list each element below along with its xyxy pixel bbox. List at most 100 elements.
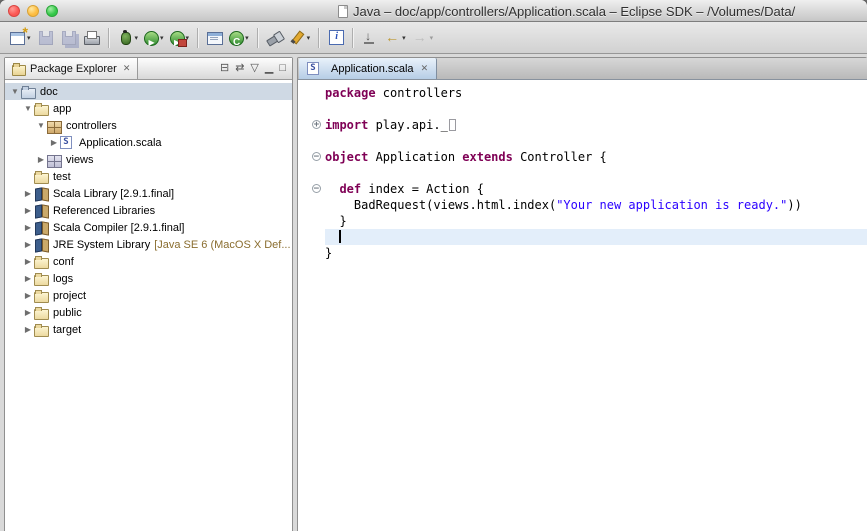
close-window-button[interactable] bbox=[8, 5, 20, 17]
tree-item-scala-library-2-9-1-final[interactable]: ▶Scala Library [2.9.1.final] bbox=[5, 185, 292, 202]
disclosure-collapsed-icon[interactable]: ▶ bbox=[22, 257, 34, 266]
title-wrap: Java – doc/app/controllers/Application.s… bbox=[338, 0, 867, 22]
tree-item-doc[interactable]: ▼doc bbox=[5, 83, 292, 100]
folder-icon bbox=[34, 323, 50, 337]
tree-item-controllers[interactable]: ▼ controllers bbox=[5, 117, 292, 134]
document-icon bbox=[338, 5, 348, 18]
run-button[interactable]: ▾ bbox=[141, 26, 167, 50]
zoom-window-button[interactable] bbox=[46, 5, 58, 17]
tree-item-decoration: [Java SE 6 (MacOS X Def... bbox=[154, 239, 290, 251]
tree-item-label: JRE System Library bbox=[53, 239, 150, 251]
close-view-icon[interactable]: ✕ bbox=[123, 63, 131, 74]
disclosure-collapsed-icon[interactable]: ▶ bbox=[22, 308, 34, 317]
fold-ruler-cell bbox=[298, 85, 325, 101]
folder-icon bbox=[34, 102, 50, 116]
scala-file-icon: S bbox=[60, 136, 72, 149]
package-explorer-title: Package Explorer bbox=[30, 63, 117, 75]
tree-item-referenced-libraries[interactable]: ▶Referenced Libraries bbox=[5, 202, 292, 219]
eclipse-window: Java – doc/app/controllers/Application.s… bbox=[0, 0, 867, 531]
tree-item-application-scala[interactable]: ▶S Application.scala bbox=[5, 134, 292, 151]
code-line[interactable] bbox=[325, 133, 867, 149]
mark-occurrences-icon bbox=[289, 29, 306, 46]
code-line[interactable]: } bbox=[325, 245, 867, 261]
code-line[interactable]: package controllers bbox=[325, 85, 867, 101]
disclosure-expanded-icon[interactable]: ▼ bbox=[22, 104, 34, 113]
dropdown-arrow-icon[interactable]: ▾ bbox=[160, 34, 164, 42]
new-java-project-button[interactable] bbox=[203, 26, 226, 50]
dropdown-arrow-icon[interactable]: ▾ bbox=[402, 34, 406, 42]
tree-item-jre-system-library[interactable]: ▶ JRE System Library [Java SE 6 (MacOS X D… bbox=[5, 236, 292, 253]
dropdown-arrow-icon[interactable]: ▾ bbox=[307, 34, 311, 42]
code-line[interactable]: import play.api._ bbox=[325, 117, 867, 133]
debug-button[interactable]: ▾ bbox=[114, 26, 142, 50]
disclosure-collapsed-icon[interactable]: ▶ bbox=[22, 325, 34, 334]
code-line[interactable]: } bbox=[325, 213, 867, 229]
editor-tab-application-scala[interactable]: S Application.scala ✕ bbox=[299, 58, 437, 79]
disclosure-expanded-icon[interactable]: ▼ bbox=[9, 87, 21, 96]
dropdown-arrow-icon[interactable]: ▾ bbox=[245, 34, 249, 42]
link-with-editor-icon[interactable]: ⇄ bbox=[235, 63, 244, 74]
titlebar[interactable]: Java – doc/app/controllers/Application.s… bbox=[0, 0, 867, 22]
disclosure-collapsed-icon[interactable]: ▶ bbox=[22, 189, 34, 198]
code-line[interactable] bbox=[325, 165, 867, 181]
view-menu-icon[interactable]: ▽ bbox=[250, 63, 258, 74]
javadoc-info-button[interactable] bbox=[324, 26, 347, 50]
project-icon bbox=[21, 85, 37, 99]
back-button[interactable]: ▾ bbox=[381, 26, 409, 50]
search-button[interactable] bbox=[263, 26, 286, 50]
disclosure-collapsed-icon[interactable]: ▶ bbox=[22, 223, 34, 232]
external-tools-button[interactable]: ▾ bbox=[167, 26, 193, 50]
disclosure-collapsed-icon[interactable]: ▶ bbox=[22, 274, 34, 283]
text-caret bbox=[339, 230, 341, 243]
tree-item-label: conf bbox=[53, 256, 74, 268]
package-explorer-toolbar: ⊟ ⇄ ▽ ▁ □ bbox=[220, 58, 292, 79]
fold-plus-icon[interactable]: + bbox=[312, 120, 321, 129]
package-explorer-tab[interactable]: Package Explorer ✕ bbox=[5, 58, 138, 79]
minimize-icon[interactable]: ▁ bbox=[265, 63, 273, 74]
dropdown-arrow-icon[interactable]: ▾ bbox=[430, 34, 434, 42]
code-line[interactable]: def index = Action { bbox=[325, 181, 867, 197]
tree-item-conf[interactable]: ▶ conf bbox=[5, 253, 292, 270]
tree-item-label: Application.scala bbox=[79, 137, 162, 149]
collapse-all-icon[interactable]: ⊟ bbox=[220, 63, 229, 74]
toolbar-separator bbox=[197, 28, 198, 48]
tree-item-views[interactable]: ▶views bbox=[5, 151, 292, 168]
code-line[interactable]: BadRequest(views.html.index("Your new ap… bbox=[325, 197, 867, 213]
tree-item-test[interactable]: test bbox=[5, 168, 292, 185]
code-line-current[interactable] bbox=[325, 229, 867, 245]
main-toolbar: ▾▾▾▾▾▾▾▾ bbox=[0, 22, 867, 54]
fold-minus-icon[interactable]: − bbox=[312, 184, 321, 193]
fold-ruler-cell bbox=[298, 245, 325, 261]
save-icon bbox=[37, 29, 54, 46]
fold-ruler-cell bbox=[298, 101, 325, 117]
print-button[interactable] bbox=[80, 26, 103, 50]
disclosure-collapsed-icon[interactable]: ▶ bbox=[22, 206, 34, 215]
minimize-window-button[interactable] bbox=[27, 5, 39, 17]
new-java-class-button[interactable]: ▾ bbox=[226, 26, 252, 50]
package-explorer-tree: ▼doc▼app▼controllers▶SApplication.scala▶… bbox=[5, 80, 292, 531]
disclosure-collapsed-icon[interactable]: ▶ bbox=[22, 240, 34, 249]
tree-item-target[interactable]: ▶target bbox=[5, 321, 292, 338]
code-line[interactable]: object Application extends Controller { bbox=[325, 149, 867, 165]
tree-item-scala-compiler-2-9-1-final[interactable]: ▶Scala Compiler [2.9.1.final] bbox=[5, 219, 292, 236]
code-area[interactable]: package controllers + import play.api._ −… bbox=[298, 80, 867, 531]
fold-minus-icon[interactable]: − bbox=[312, 152, 321, 161]
library-icon bbox=[34, 238, 50, 252]
tree-item-app[interactable]: ▼app bbox=[5, 100, 292, 117]
disclosure-expanded-icon[interactable]: ▼ bbox=[35, 121, 47, 130]
fold-ruler-cell: − bbox=[298, 181, 325, 197]
new-wizard-button[interactable]: ▾ bbox=[6, 26, 34, 50]
mark-occurrences-button[interactable]: ▾ bbox=[286, 26, 314, 50]
disclosure-collapsed-icon[interactable]: ▶ bbox=[22, 291, 34, 300]
last-edit-location-button[interactable] bbox=[358, 26, 381, 50]
dropdown-arrow-icon[interactable]: ▾ bbox=[135, 34, 139, 42]
tree-item-public[interactable]: ▶public bbox=[5, 304, 292, 321]
tree-item-logs[interactable]: ▶logs bbox=[5, 270, 292, 287]
tree-item-project[interactable]: ▶project bbox=[5, 287, 292, 304]
code-line[interactable] bbox=[325, 101, 867, 117]
disclosure-collapsed-icon[interactable]: ▶ bbox=[35, 155, 47, 164]
tree-item-label: controllers bbox=[66, 120, 117, 132]
disclosure-collapsed-icon[interactable]: ▶ bbox=[48, 138, 60, 147]
close-editor-tab-icon[interactable]: ✕ bbox=[421, 63, 429, 74]
maximize-icon[interactable]: □ bbox=[279, 63, 286, 74]
